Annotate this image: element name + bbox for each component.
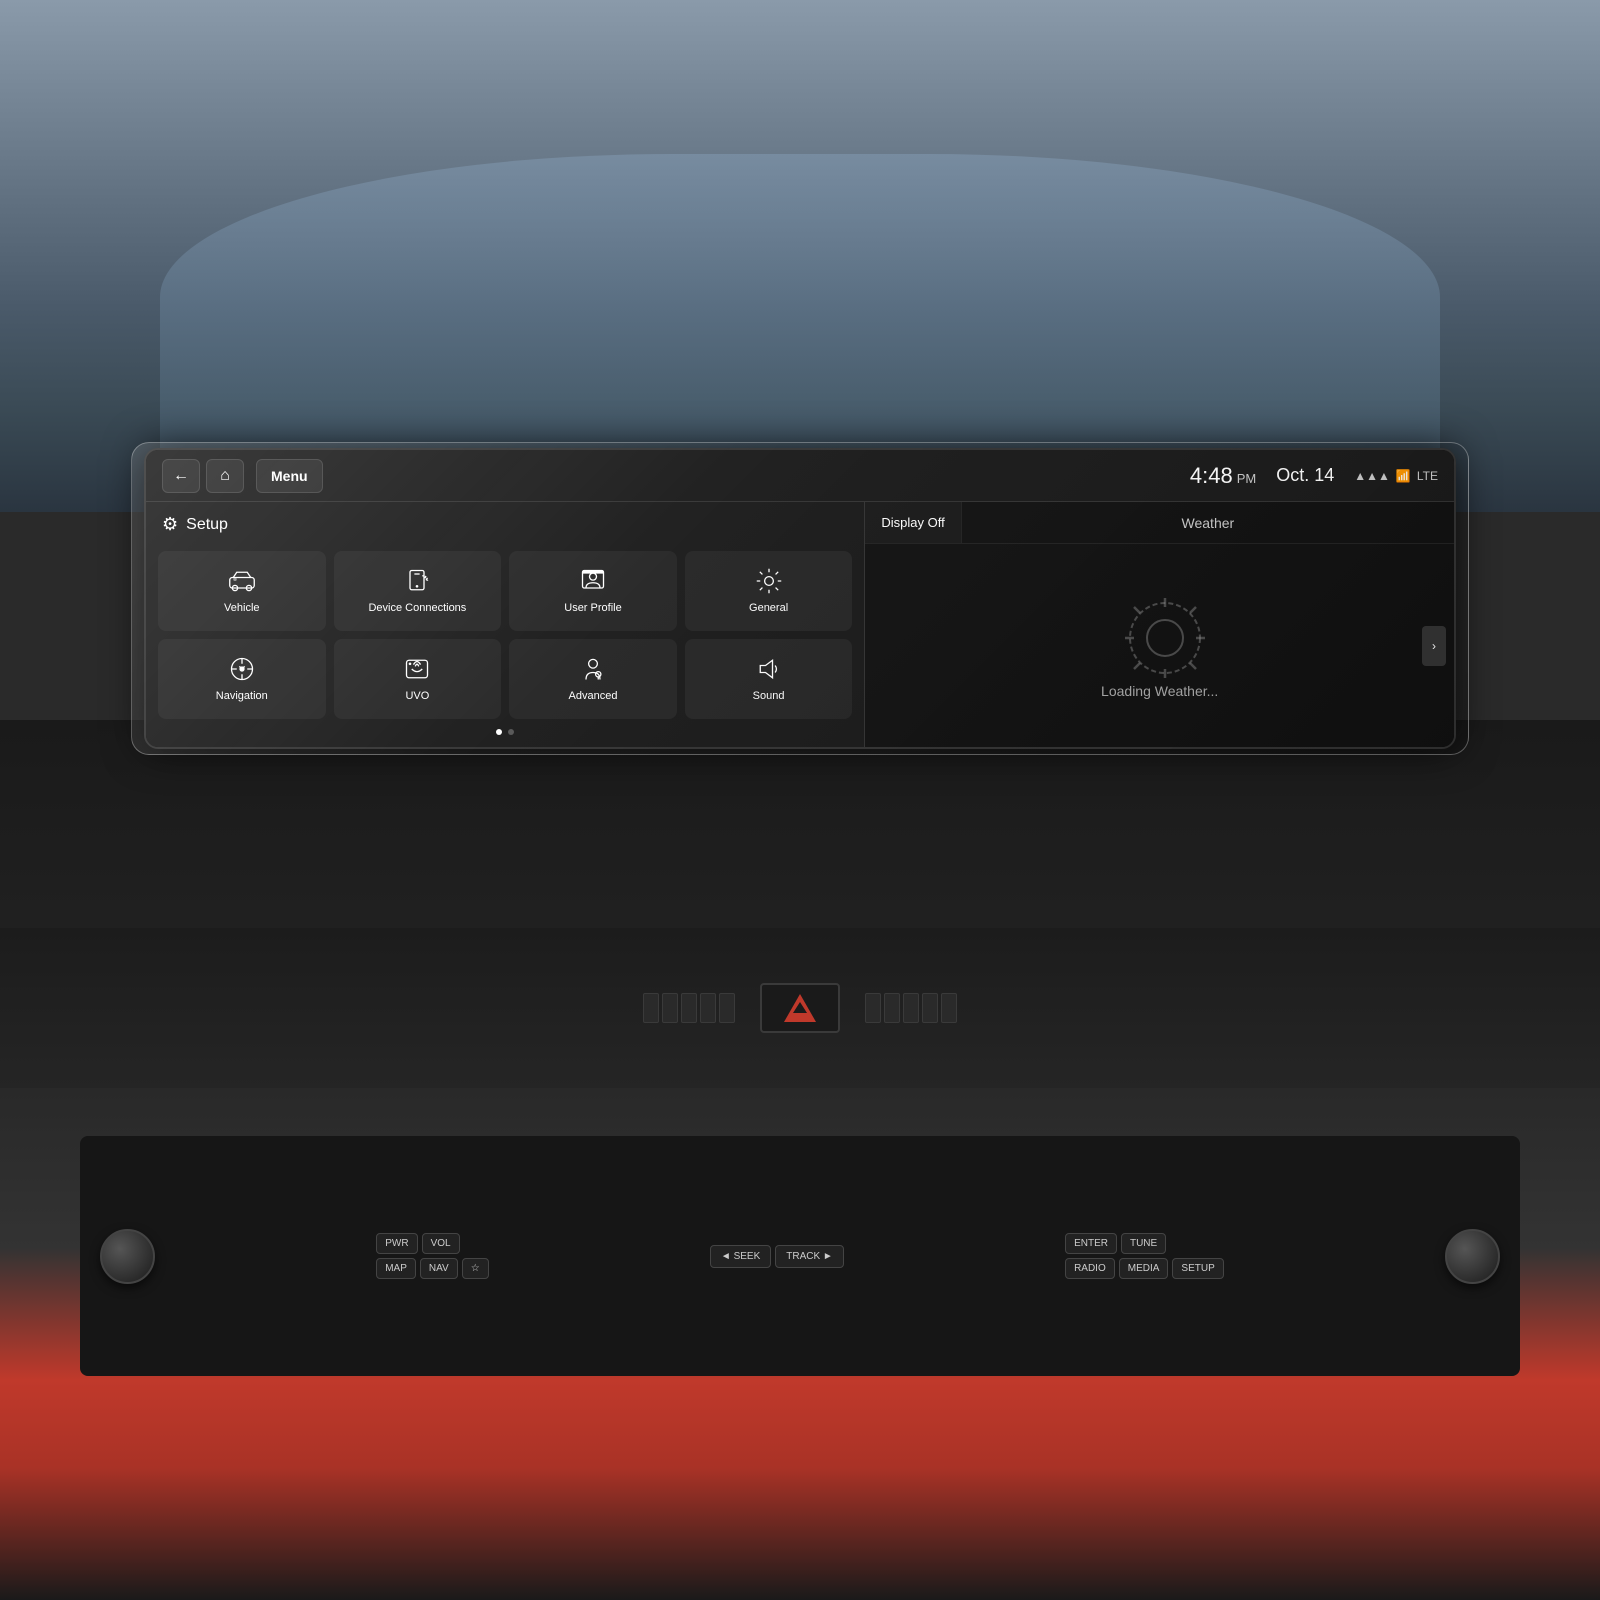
advanced-icon <box>579 655 607 683</box>
left-panel: ⚙ Setup Vehicle <box>146 502 865 747</box>
track-forward-button[interactable]: TRACK ► <box>775 1245 844 1268</box>
radio-button[interactable]: RADIO <box>1065 1258 1115 1279</box>
weather-next-button[interactable]: › <box>1422 626 1446 666</box>
weather-label: Weather <box>962 502 1454 543</box>
setup-label: Setup <box>186 516 228 534</box>
user-profile-label: User Profile <box>564 601 621 615</box>
infotainment-screen: ← ⌂ Menu 4:48 PM Oct. 14 ▲▲▲ 📶 LTE <box>144 448 1456 749</box>
right-button-row-2: RADIO MEDIA SETUP <box>1065 1258 1224 1279</box>
left-vents <box>643 993 735 1023</box>
vehicle-label: Vehicle <box>224 601 259 615</box>
media-button[interactable]: MEDIA <box>1119 1258 1169 1279</box>
menu-item-general[interactable]: General <box>685 551 853 631</box>
menu-item-sound[interactable]: Sound <box>685 639 853 719</box>
uvo-label: UVO <box>405 689 429 703</box>
home-button[interactable]: ⌂ <box>206 459 244 493</box>
menu-item-uvo[interactable]: UVO <box>334 639 502 719</box>
star-button[interactable]: ☆ <box>462 1258 489 1279</box>
top-bar: ← ⌂ Menu 4:48 PM Oct. 14 ▲▲▲ 📶 LTE <box>146 450 1454 502</box>
loading-weather-text: Loading Weather... <box>1101 683 1218 699</box>
time-display: 4:48 PM <box>1190 463 1256 489</box>
signal-icon: ▲▲▲ <box>1354 469 1390 483</box>
map-button[interactable]: MAP <box>376 1258 416 1279</box>
vent-slot <box>865 993 881 1023</box>
seek-back-button[interactable]: ◄ SEEK <box>710 1245 771 1268</box>
menu-item-advanced[interactable]: Advanced <box>509 639 677 719</box>
setup-ctrl-button[interactable]: SETUP <box>1172 1258 1223 1279</box>
right-panel: Display Off Weather <box>865 502 1454 747</box>
time-value: 4:48 <box>1190 463 1233 489</box>
lte-icon: LTE <box>1417 469 1438 483</box>
right-button-cluster: ENTER TUNE RADIO MEDIA SETUP <box>1065 1233 1224 1279</box>
device-connections-icon <box>403 567 431 595</box>
infotainment-container: ← ⌂ Menu 4:48 PM Oct. 14 ▲▲▲ 📶 LTE <box>144 448 1456 749</box>
seek-buttons: ◄ SEEK TRACK ► <box>710 1245 844 1268</box>
widget-row-top: Display Off Weather <box>865 502 1454 544</box>
nav-buttons: ← ⌂ <box>162 459 244 493</box>
right-button-row-1: ENTER TUNE <box>1065 1233 1224 1254</box>
car-top-bg <box>0 0 1600 512</box>
setup-header: ⚙ Setup <box>158 514 852 535</box>
vent-slot <box>941 993 957 1023</box>
date-display: Oct. 14 <box>1276 465 1334 486</box>
left-button-row-1: PWR VOL <box>376 1233 488 1254</box>
vent-slot <box>719 993 735 1023</box>
vehicle-icon <box>228 567 256 595</box>
general-label: General <box>749 601 788 615</box>
vent-slot <box>884 993 900 1023</box>
control-buttons-row: PWR VOL MAP NAV ☆ ◄ SEEK TRACK ► ENTER T… <box>80 1136 1520 1376</box>
left-button-row-2: MAP NAV ☆ <box>376 1258 488 1279</box>
weather-widget: Loading Weather... › <box>865 544 1454 747</box>
vent-row <box>0 928 1600 1088</box>
vent-slot <box>643 993 659 1023</box>
main-content: ⚙ Setup Vehicle <box>146 502 1454 747</box>
general-settings-icon <box>755 567 783 595</box>
vent-slot <box>903 993 919 1023</box>
setup-gear-icon: ⚙ <box>162 514 178 535</box>
time-suffix: PM <box>1237 471 1257 486</box>
hazard-button[interactable] <box>760 983 840 1033</box>
vent-slot <box>700 993 716 1023</box>
advanced-label: Advanced <box>569 689 618 703</box>
menu-item-device-connections[interactable]: Device Connections <box>334 551 502 631</box>
navigation-icon <box>228 655 256 683</box>
menu-button[interactable]: Menu <box>256 459 323 493</box>
menu-item-vehicle[interactable]: Vehicle <box>158 551 326 631</box>
back-button[interactable]: ← <box>162 459 200 493</box>
tune-knob[interactable] <box>1445 1229 1500 1284</box>
display-off-button[interactable]: Display Off <box>865 502 961 543</box>
menu-item-user-profile[interactable]: User Profile <box>509 551 677 631</box>
device-connections-label: Device Connections <box>368 601 466 615</box>
pwr-button[interactable]: PWR <box>376 1233 417 1254</box>
wifi-icon: 📶 <box>1396 469 1411 483</box>
vol-button[interactable]: VOL <box>422 1233 460 1254</box>
tune-button[interactable]: TUNE <box>1121 1233 1166 1254</box>
page-dot-1[interactable] <box>496 729 502 735</box>
hazard-triangle <box>784 994 816 1022</box>
uvo-icon <box>403 655 431 683</box>
vent-slot <box>662 993 678 1023</box>
sun-loading-icon <box>1120 593 1200 673</box>
sound-icon <box>755 655 783 683</box>
status-icons: ▲▲▲ 📶 LTE <box>1354 469 1438 483</box>
right-vents <box>865 993 957 1023</box>
enter-button[interactable]: ENTER <box>1065 1233 1117 1254</box>
menu-item-navigation[interactable]: Navigation <box>158 639 326 719</box>
vent-slot <box>681 993 697 1023</box>
hazard-triangle-inner <box>793 1002 807 1013</box>
left-button-cluster: PWR VOL MAP NAV ☆ <box>376 1233 488 1279</box>
page-dot-2[interactable] <box>508 729 514 735</box>
menu-grid: Vehicle Device Connections <box>158 551 852 719</box>
sun-svg <box>1120 593 1210 683</box>
sound-label: Sound <box>753 689 785 703</box>
navigation-label: Navigation <box>216 689 268 703</box>
nav-button[interactable]: NAV <box>420 1258 458 1279</box>
user-profile-icon <box>579 567 607 595</box>
volume-knob[interactable] <box>100 1229 155 1284</box>
page-dots <box>158 729 852 735</box>
vent-slot <box>922 993 938 1023</box>
